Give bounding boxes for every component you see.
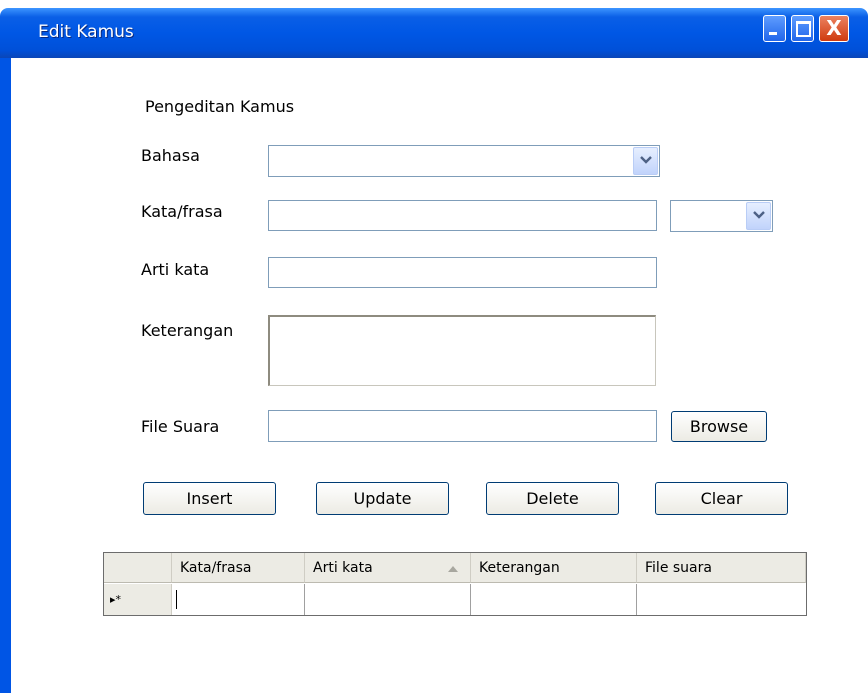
kata-frasa-label: Kata/frasa xyxy=(141,202,223,221)
grid-header-arti-kata[interactable]: Arti kata xyxy=(305,553,471,583)
insert-button[interactable]: Insert xyxy=(143,482,276,515)
chevron-down-icon xyxy=(753,211,765,219)
grid-cell-arti-kata[interactable] xyxy=(305,584,471,615)
edit-kamus-window: Edit Kamus X Pengeditan Kamus Bahasa Kat… xyxy=(0,0,868,693)
form-heading: Pengeditan Kamus xyxy=(145,97,295,116)
kamus-data-grid[interactable]: Kata/frasa Arti kata Keterangan File sua… xyxy=(103,552,807,616)
chevron-down-icon xyxy=(640,156,652,164)
grid-cell-kata-frasa[interactable] xyxy=(172,584,305,615)
delete-button[interactable]: Delete xyxy=(486,482,619,515)
sort-asc-icon xyxy=(448,566,458,572)
new-row-icon[interactable]: ▸* xyxy=(104,584,172,615)
kata-frasa-type-dropdown[interactable] xyxy=(670,200,773,232)
close-icon[interactable]: X xyxy=(819,15,849,42)
arti-kata-label: Arti kata xyxy=(141,260,210,279)
window-title: Edit Kamus xyxy=(38,22,134,42)
bahasa-dropdown[interactable] xyxy=(268,145,660,177)
minimize-icon[interactable] xyxy=(763,15,786,42)
bahasa-dropdown-button[interactable] xyxy=(633,147,658,175)
window-left-border xyxy=(0,58,11,693)
file-suara-input[interactable] xyxy=(268,410,657,442)
kata-frasa-input[interactable] xyxy=(268,200,657,231)
grid-header-file-suara[interactable]: File suara xyxy=(637,553,806,583)
kata-frasa-dropdown-button[interactable] xyxy=(746,202,771,230)
keterangan-textarea[interactable] xyxy=(268,315,656,386)
bahasa-label: Bahasa xyxy=(141,146,200,165)
grid-corner-header xyxy=(104,553,172,583)
grid-cell-keterangan[interactable] xyxy=(471,584,637,615)
grid-header-kata-frasa[interactable]: Kata/frasa xyxy=(172,553,305,583)
update-button[interactable]: Update xyxy=(316,482,449,515)
clear-button[interactable]: Clear xyxy=(655,482,788,515)
arti-kata-input[interactable] xyxy=(268,257,657,288)
grid-header-keterangan[interactable]: Keterangan xyxy=(471,553,637,583)
file-suara-label: File Suara xyxy=(141,417,220,436)
keterangan-label: Keterangan xyxy=(141,321,234,340)
maximize-icon[interactable] xyxy=(791,15,814,42)
text-cursor xyxy=(176,590,177,609)
browse-button[interactable]: Browse xyxy=(671,411,767,442)
title-bar[interactable]: Edit Kamus X xyxy=(0,8,868,58)
grid-header-arti-kata-label: Arti kata xyxy=(313,560,373,576)
grid-cell-file-suara[interactable] xyxy=(637,584,806,615)
